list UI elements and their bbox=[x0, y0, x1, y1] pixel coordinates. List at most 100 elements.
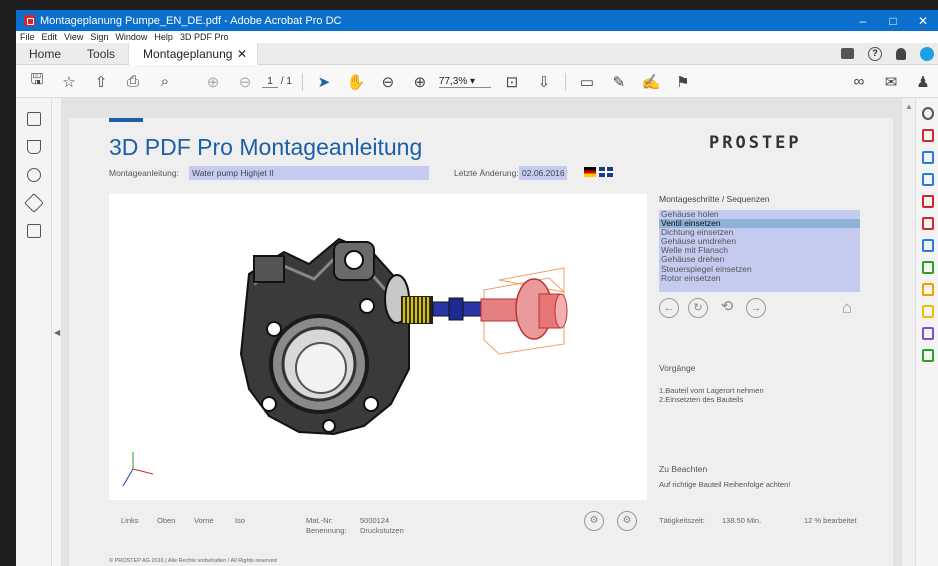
toolbar-divider bbox=[301, 72, 303, 91]
tab-home[interactable]: Home bbox=[16, 43, 74, 65]
tool-organize-icon[interactable] bbox=[922, 195, 934, 208]
minimize-button[interactable]: – bbox=[848, 14, 878, 28]
mat-label: Mat.-Nr: bbox=[306, 516, 334, 525]
tool-create-pdf-icon[interactable] bbox=[922, 129, 934, 142]
comment-icon[interactable] bbox=[841, 48, 854, 59]
tool-edit-icon[interactable] bbox=[922, 239, 934, 252]
model-tree-icon[interactable] bbox=[27, 224, 41, 238]
help-icon[interactable]: ? bbox=[868, 46, 882, 61]
title-bar: Montageplanung Pumpe_EN_DE.pdf - Adobe A… bbox=[16, 10, 938, 31]
sequence-controls: ← ↻ ⟲ → bbox=[659, 298, 766, 318]
view-oben-button[interactable]: Oben bbox=[157, 516, 175, 525]
benennung-label: Benennung: bbox=[306, 526, 347, 535]
zoom-select[interactable]: 77,3% ▾ bbox=[438, 76, 491, 88]
next-step-icon[interactable]: → bbox=[746, 298, 766, 318]
bookmarks-icon[interactable] bbox=[27, 140, 41, 154]
sign-icon[interactable]: ✍ bbox=[640, 71, 662, 93]
3d-model bbox=[122, 237, 568, 487]
hand-tool-icon[interactable]: ✋ bbox=[345, 71, 367, 93]
layers-icon[interactable] bbox=[24, 193, 44, 213]
share-link-icon[interactable]: ∞ bbox=[848, 71, 870, 93]
maximize-button[interactable]: □ bbox=[878, 14, 908, 28]
zoom-out-icon[interactable]: ⊖ bbox=[377, 71, 399, 93]
right-tools-rail bbox=[915, 98, 938, 566]
notification-bell-icon[interactable] bbox=[896, 47, 906, 60]
menu-edit[interactable]: Edit bbox=[42, 32, 58, 42]
menu-help[interactable]: Help bbox=[154, 32, 173, 42]
uk-flag-icon[interactable] bbox=[599, 167, 613, 177]
tool-compress-icon[interactable] bbox=[922, 217, 934, 230]
explode-view-icon[interactable]: ⚙ bbox=[584, 511, 604, 531]
valve-stem bbox=[432, 297, 482, 321]
upload-icon[interactable]: ⇧ bbox=[90, 71, 112, 93]
page-up-icon[interactable]: ⊕ bbox=[202, 71, 224, 93]
tool-search-icon[interactable] bbox=[922, 107, 934, 120]
save-icon[interactable]: 🖫 bbox=[26, 71, 48, 93]
bookmark-star-icon[interactable]: ☆ bbox=[58, 71, 80, 93]
replay-step-icon[interactable]: ↻ bbox=[688, 298, 708, 318]
tab-document[interactable]: Montageplanung P... ✕ bbox=[128, 42, 259, 83]
tab-tools[interactable]: Tools bbox=[74, 43, 128, 65]
menu-3dpdfpro[interactable]: 3D PDF Pro bbox=[180, 32, 229, 42]
title-accent-bar bbox=[109, 118, 143, 122]
copyright-footer: © PROSTEP AG 2016 | Alle Rechte vorbehal… bbox=[109, 558, 277, 564]
valve-spring bbox=[401, 296, 433, 324]
tool-fill-sign-icon[interactable] bbox=[922, 283, 934, 296]
tab-bar: Home Tools Montageplanung P... ✕ ? bbox=[16, 42, 938, 83]
select-cursor-icon[interactable]: ➤ bbox=[313, 71, 335, 93]
scroll-up-icon[interactable]: ▲ bbox=[905, 102, 913, 111]
menu-window[interactable]: Window bbox=[115, 32, 147, 42]
changed-field[interactable]: 02.06.2016 bbox=[519, 166, 567, 180]
comment-tool-icon[interactable]: ▭ bbox=[576, 71, 598, 93]
search-icon[interactable]: ⌕ bbox=[154, 71, 176, 93]
page-title: 3D PDF Pro Montageanleitung bbox=[109, 134, 423, 160]
valve-body-highlighted bbox=[480, 267, 568, 355]
page-down-icon[interactable]: ⊖ bbox=[234, 71, 256, 93]
sequence-heading: Montageschritte / Sequenzen bbox=[659, 194, 770, 204]
beachten-heading: Zu Beachten bbox=[659, 464, 708, 474]
fit-page-icon[interactable]: ⊡ bbox=[501, 71, 523, 93]
previous-step-icon[interactable]: ← bbox=[659, 298, 679, 318]
avatar[interactable] bbox=[920, 46, 934, 61]
pdf-page: 3D PDF Pro Montageanleitung PROSTEP Mont… bbox=[69, 118, 893, 566]
time-value: 138.50 Min. bbox=[722, 516, 762, 525]
menu-sign[interactable]: Sign bbox=[90, 32, 108, 42]
toolbar-divider bbox=[564, 72, 566, 91]
german-flag-icon[interactable] bbox=[584, 167, 596, 177]
home-view-icon[interactable]: ⌂ bbox=[837, 298, 857, 318]
zoom-in-icon[interactable]: ⊕ bbox=[409, 71, 431, 93]
view-vorne-button[interactable]: Vorne bbox=[194, 516, 214, 525]
montage-field[interactable]: Water pump Highjet II bbox=[189, 166, 429, 180]
stamp-icon[interactable]: ⚑ bbox=[672, 71, 694, 93]
tool-print-production-icon[interactable] bbox=[922, 349, 934, 362]
acrobat-icon bbox=[24, 15, 35, 26]
axis-triad bbox=[122, 452, 154, 487]
loop-icon[interactable]: ⟲ bbox=[717, 298, 737, 318]
sequence-list[interactable]: Gehäuse holen Ventil einsetzen Dichtung … bbox=[659, 209, 860, 292]
attachments-icon[interactable] bbox=[27, 168, 41, 182]
reset-view-icon[interactable]: ⚙ bbox=[617, 511, 637, 531]
add-user-icon[interactable]: ♟ bbox=[912, 71, 934, 93]
page-indicator: 1 / 1 bbox=[262, 76, 292, 88]
close-button[interactable]: ✕ bbox=[908, 14, 938, 28]
tool-export-icon[interactable] bbox=[922, 151, 934, 164]
view-links-button[interactable]: Links bbox=[121, 516, 139, 525]
tab-close-icon[interactable]: ✕ bbox=[237, 43, 247, 65]
vertical-scrollbar[interactable]: ▲ bbox=[901, 98, 915, 566]
menu-file[interactable]: File bbox=[20, 32, 35, 42]
view-iso-button[interactable]: Iso bbox=[235, 516, 245, 525]
mail-icon[interactable]: ✉ bbox=[880, 71, 902, 93]
print-icon[interactable]: ⎙ bbox=[122, 71, 144, 93]
highlight-pen-icon[interactable]: ✎ bbox=[608, 71, 630, 93]
tool-comment-icon[interactable] bbox=[922, 305, 934, 318]
tool-combine-icon[interactable] bbox=[922, 173, 934, 186]
vorgaenge-step-2: 2.Einsetzten des Bauteils bbox=[659, 395, 744, 404]
menu-view[interactable]: View bbox=[64, 32, 83, 42]
tool-protect-icon[interactable] bbox=[922, 261, 934, 274]
3d-viewport[interactable] bbox=[109, 194, 647, 500]
scroll-mode-icon[interactable]: ⇩ bbox=[533, 71, 555, 93]
page-number-input[interactable]: 1 bbox=[262, 76, 278, 88]
pages-icon[interactable] bbox=[27, 112, 41, 126]
list-item[interactable]: Rotor einsetzen bbox=[659, 273, 860, 283]
tool-sign-icon[interactable] bbox=[922, 327, 934, 340]
